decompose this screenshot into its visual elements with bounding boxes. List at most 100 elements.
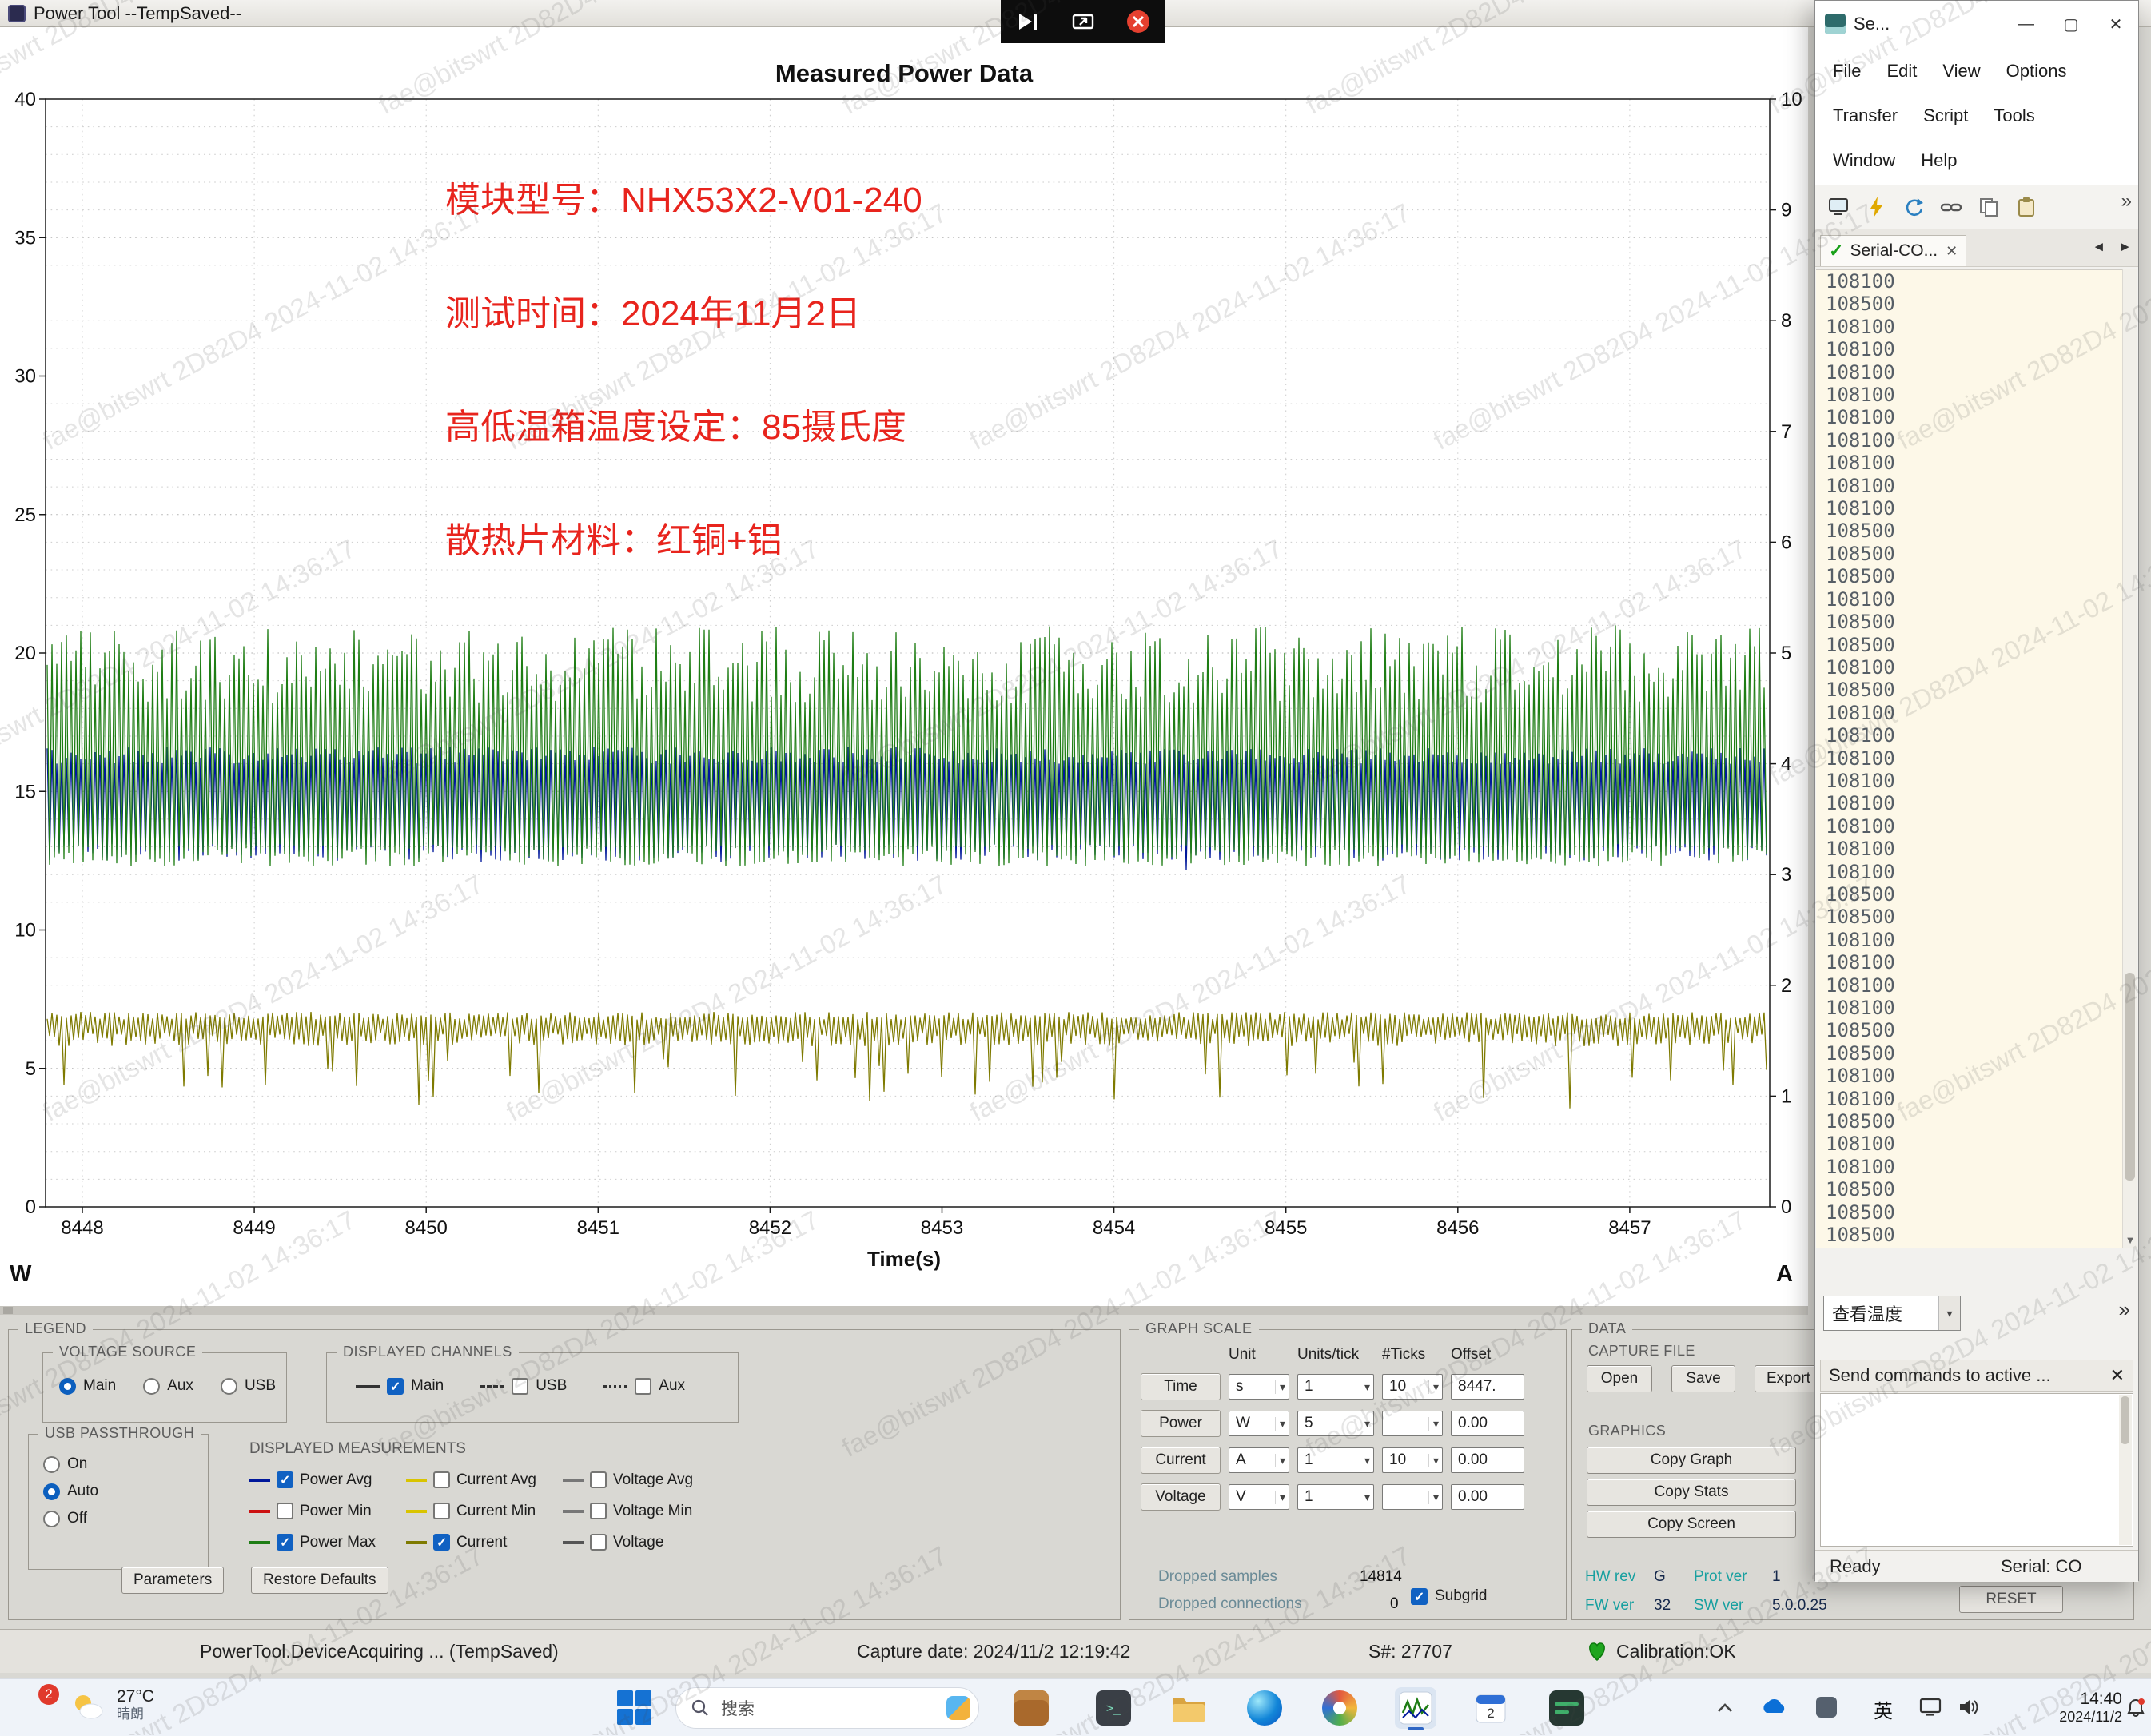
volume-icon[interactable] [1957,1697,1981,1718]
calendar-app-icon[interactable]: 2 [1470,1687,1512,1729]
menu-tools[interactable]: Tools [1981,94,2047,138]
gs-power-offset-field[interactable]: 0.00 [1451,1411,1524,1436]
send-commands-input[interactable] [1820,1393,2133,1547]
language-indicator[interactable]: 英 [1874,1695,1893,1723]
toolbar-session-icon[interactable] [1826,195,1850,219]
gs-voltage-offset-field[interactable]: 0.00 [1451,1484,1524,1510]
radio-option-aux[interactable]: Aux [143,1377,193,1395]
toolbar-quick-connect-icon[interactable] [1864,195,1888,219]
checkbox-current[interactable] [433,1534,450,1551]
overlay-screenshare-icon[interactable] [1070,10,1097,34]
gs-voltage-ticks-select[interactable]: ▾ [1382,1484,1443,1510]
copy-graph-button[interactable]: Copy Graph [1587,1447,1796,1474]
search-highlight-icon[interactable] [946,1696,970,1720]
checkbox-channel-aux[interactable] [635,1378,651,1395]
display-icon[interactable] [1918,1697,1942,1718]
channel-option-aux[interactable]: Aux [603,1377,685,1395]
temperature-view-select[interactable]: 查看温度 ▾ [1823,1296,1961,1331]
gs-current-offset-field[interactable]: 0.00 [1451,1447,1524,1473]
measurement-option-current[interactable]: Current [406,1534,563,1551]
copy-screen-button[interactable]: Copy Screen [1587,1511,1796,1538]
restore-defaults-button[interactable]: Restore Defaults [251,1567,388,1594]
tab-scroll-left-icon[interactable]: ◄ [2092,239,2105,255]
toolbar-reconnect-icon[interactable] [1902,195,1926,219]
menu-script[interactable]: Script [1910,94,1981,138]
archive-app-icon[interactable] [1010,1687,1052,1729]
tab-serial-com[interactable]: ✓ Serial-CO... ✕ [1820,235,1966,266]
taskbar-clock[interactable]: 14:40 2024/11/2 [2002,1689,2122,1726]
measurement-option-power-max[interactable]: Power Max [249,1534,406,1551]
panel-more-icon[interactable]: » [2119,1297,2130,1322]
gs-row-label-time[interactable]: Time [1141,1373,1221,1400]
serial-log[interactable]: 1081001085001081001081001081001081001081… [1816,269,2123,1248]
menu-window[interactable]: Window [1820,138,1908,183]
checkbox-voltage[interactable] [590,1534,607,1551]
gs-row-label-voltage[interactable]: Voltage [1141,1483,1221,1511]
overlay-play-icon[interactable] [1014,10,1042,34]
scrollbar-thumb[interactable] [2125,973,2135,1181]
checkbox-current-avg[interactable] [433,1471,450,1488]
export-button[interactable]: Export [1755,1365,1822,1392]
checkbox-power-avg[interactable] [277,1471,293,1488]
notification-bell-icon[interactable] [2125,1697,2147,1719]
tray-chevron-up-icon[interactable] [1715,1702,1735,1714]
gs-voltage-unit-select[interactable]: V▾ [1229,1484,1289,1510]
measurement-option-power-min[interactable]: Power Min [249,1503,406,1520]
menu-options[interactable]: Options [1994,49,2080,94]
edge-browser-icon[interactable] [1244,1687,1285,1729]
measurement-option-voltage-min[interactable]: Voltage Min [563,1503,719,1520]
weather-icon[interactable] [69,1690,106,1724]
gs-time-units-per-tick-select[interactable]: 1▾ [1297,1374,1374,1400]
gs-current-unit-select[interactable]: A▾ [1229,1447,1289,1473]
checkbox-channel-usb[interactable] [512,1378,528,1395]
serial-titlebar[interactable]: Se... — ▢ ✕ [1815,1,2138,47]
gs-current-ticks-select[interactable]: 10▾ [1382,1447,1443,1473]
gs-time-ticks-select[interactable]: 10▾ [1382,1374,1443,1400]
scrollbar-down-arrow[interactable]: ▼ [2123,1234,2137,1246]
tab-close-icon[interactable]: ✕ [1946,243,1958,260]
gs-row-label-current[interactable]: Current [1141,1447,1221,1474]
tab-scroll-right-icon[interactable]: ► [2118,239,2132,255]
serial-log-scrollbar[interactable]: ▼ [2122,269,2137,1248]
measurement-option-power-avg[interactable]: Power Avg [249,1471,406,1489]
send-commands-header[interactable]: Send commands to active ... ✕ [1820,1360,2133,1392]
radio-option-on[interactable]: On [43,1455,208,1473]
menu-file[interactable]: File [1820,49,1874,94]
toolbar-paste-icon[interactable] [2014,195,2038,219]
gs-power-units-per-tick-select[interactable]: 5▾ [1297,1411,1374,1436]
subgrid-checkbox[interactable] [1411,1588,1428,1605]
photos-app-icon[interactable] [1319,1687,1360,1729]
weather-text[interactable]: 27°C 晴朗 [117,1687,154,1722]
checkbox-voltage-min[interactable] [590,1503,607,1519]
copy-stats-button[interactable]: Copy Stats [1587,1479,1796,1506]
minimize-button[interactable]: — [2004,1,2049,47]
menu-transfer[interactable]: Transfer [1820,94,1910,138]
menu-edit[interactable]: Edit [1874,49,1930,94]
hardware-tool-app-icon[interactable] [1546,1687,1587,1729]
radio-option-main[interactable]: Main [59,1377,116,1395]
close-button[interactable]: ✕ [2093,1,2138,47]
radio-option-auto[interactable]: Auto [43,1483,208,1500]
toolbar-link-icon[interactable] [1939,195,1963,219]
checkbox-current-min[interactable] [433,1503,450,1519]
checkbox-power-max[interactable] [277,1534,293,1551]
radio-option-usb[interactable]: USB [221,1377,276,1395]
measurement-option-current-min[interactable]: Current Min [406,1503,563,1520]
gs-power-unit-select[interactable]: W▾ [1229,1411,1289,1436]
resize-gripper[interactable] [3,1307,13,1314]
maximize-button[interactable]: ▢ [2049,1,2093,47]
gs-current-units-per-tick-select[interactable]: 1▾ [1297,1447,1374,1473]
send-area-scrollbar[interactable] [2119,1395,2132,1545]
gs-power-ticks-select[interactable]: ▾ [1382,1411,1443,1436]
parameters-button[interactable]: Parameters [121,1567,224,1594]
taskbar-search[interactable]: 搜索 [675,1687,979,1729]
gs-row-label-power[interactable]: Power [1141,1410,1221,1437]
subgrid-option[interactable]: Subgrid [1411,1587,1488,1605]
channel-option-main[interactable]: Main [356,1377,444,1395]
terminal-app-icon[interactable]: >_ [1093,1687,1134,1729]
open-button[interactable]: Open [1587,1365,1652,1392]
checkbox-voltage-avg[interactable] [590,1471,607,1488]
menu-help[interactable]: Help [1908,138,1970,183]
reset-button[interactable]: RESET [1959,1586,2063,1613]
checkbox-power-min[interactable] [277,1503,293,1519]
